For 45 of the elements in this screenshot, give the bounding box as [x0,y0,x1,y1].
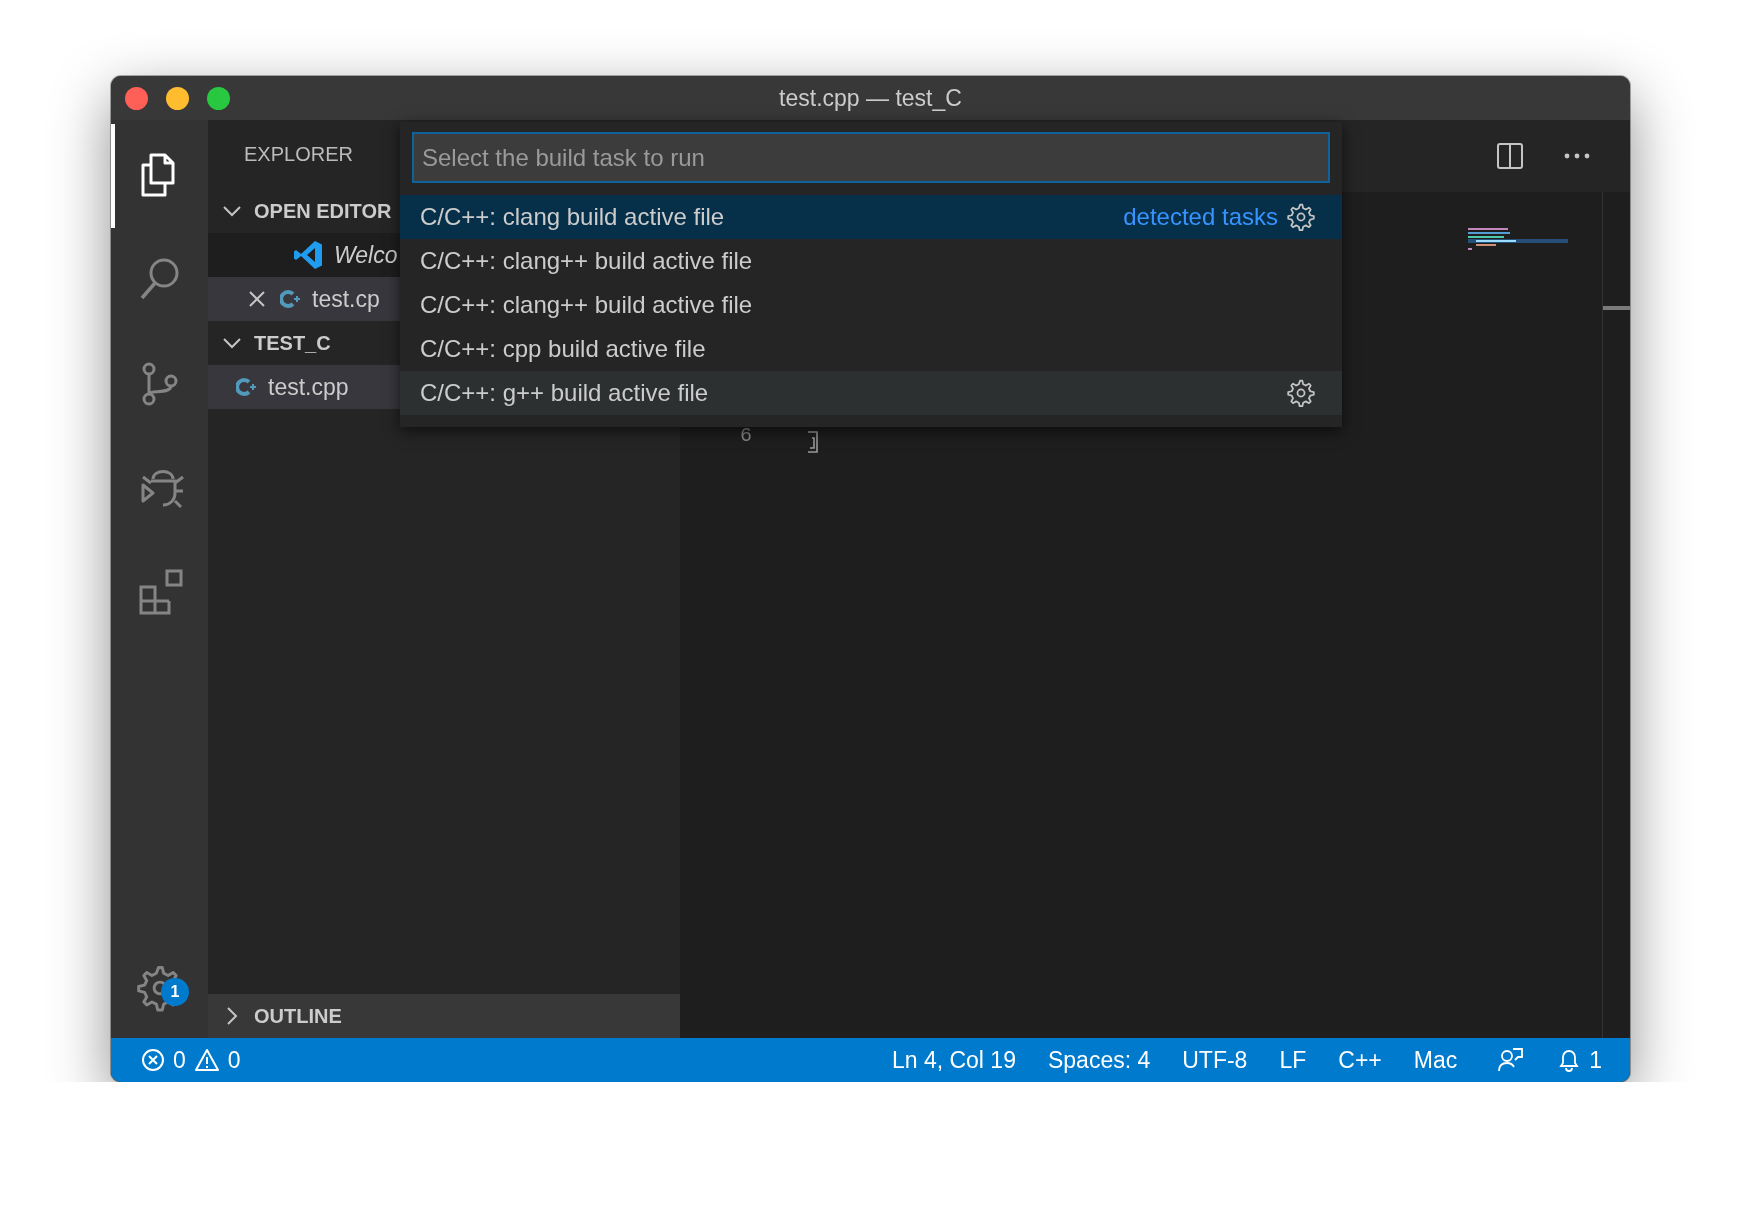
error-count: 0 [173,1046,186,1074]
section-header[interactable]: TEST_C [208,321,400,365]
status-item[interactable]: C++ [1338,1046,1382,1074]
file-item[interactable]: test.cpp [208,365,400,409]
notification-count: 1 [1589,1046,1602,1074]
task-list-item[interactable]: C/C++: clang build active file detected tasks [400,195,1342,239]
split-editor-icon[interactable] [1496,142,1524,170]
code-editor-logo-icon [292,239,324,271]
settings-icon[interactable] [1286,202,1316,232]
cpp-file-icon [280,289,302,309]
line-number: 6 [740,424,752,447]
warning-icon [193,1048,220,1072]
task-list-item[interactable]: C/C++: clang++ build active file [400,283,1342,327]
bracket-icon [806,430,820,454]
cpp-file-icon [236,377,258,397]
file-name: Welco [334,241,398,269]
warning-count: 0 [227,1046,241,1074]
close-button[interactable] [125,86,148,110]
scrollbar-thumb[interactable] [1603,306,1630,310]
task-list-item[interactable]: C/C++: cpp build active file [400,327,1342,371]
feedback-icon[interactable] [1497,1047,1524,1073]
zoom-button[interactable] [207,86,230,110]
status-item[interactable]: LF [1279,1046,1307,1074]
notification-badge: 1 [161,978,189,1006]
file-item[interactable]: Welco [208,233,400,277]
task-search-field[interactable]: Select the build task to run [412,132,1330,183]
sidebar-title: EXPLORER [244,143,353,166]
status-item[interactable]: Ln 4, Col 19 [891,1046,1016,1074]
file-item[interactable]: test.cp [208,277,400,321]
status-item[interactable]: Spaces: 4 [1047,1046,1151,1074]
error-icon [141,1048,165,1072]
file-name: test.cpp [268,373,349,401]
window-title: test.cpp — test_C [779,84,962,112]
more-actions-icon[interactable] [1564,153,1590,159]
close-icon [248,290,266,308]
task-list-item[interactable]: C/C++: clang++ build active file [400,239,1342,283]
section-header[interactable]: OPEN EDITOR [208,189,400,233]
status-item[interactable]: Mac [1413,1046,1458,1074]
problems-indicator[interactable]: 0 0 [141,1046,241,1074]
status-item[interactable]: UTF-8 [1182,1046,1248,1074]
section-header[interactable]: OUTLINE [208,994,680,1038]
minimize-button[interactable] [166,86,189,110]
task-list-item[interactable]: C/C++: g++ build active file [400,371,1342,415]
settings-icon[interactable] [1286,378,1316,408]
file-name: test.cp [312,285,380,313]
